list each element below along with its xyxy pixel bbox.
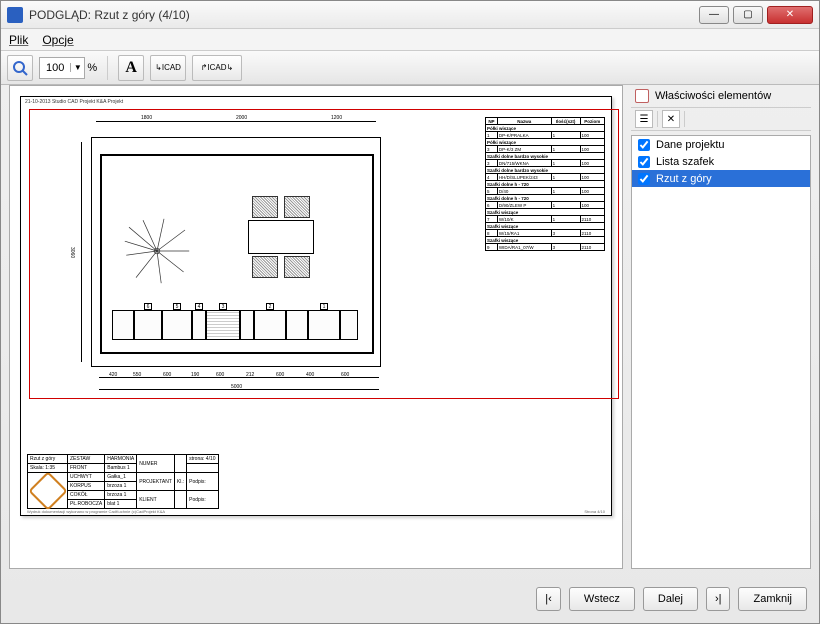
element-list-item[interactable]: Lista szafek <box>632 153 810 170</box>
dim-bottom-total: 5000 <box>231 384 242 390</box>
side-panel: Właściwości elementów ☰ ✕ Dane projektu L… <box>631 85 811 569</box>
menu-file[interactable]: Plik <box>9 33 28 47</box>
chevron-down-icon: ▼ <box>70 63 84 72</box>
dim-top-2: 2000 <box>236 115 247 121</box>
dim-b8: 400 <box>306 372 314 378</box>
dim-b3: 600 <box>163 372 171 378</box>
element-checkbox[interactable] <box>638 139 650 151</box>
dim-b5: 600 <box>216 372 224 378</box>
side-panel-title: Właściwości elementów <box>655 90 771 102</box>
chair-icon <box>252 196 278 218</box>
minimize-button[interactable]: — <box>699 6 729 24</box>
dim-top-3: 1200 <box>331 115 342 121</box>
drawing-sheet: 21-10-2013 Studio CAD Projekt K&A Projek… <box>20 96 612 516</box>
chair-icon <box>284 196 310 218</box>
close-window-button[interactable]: ✕ <box>767 6 813 24</box>
title-block: Rzut z góry ZESTAW HARMONIA NUMER strona… <box>27 454 219 509</box>
preview-pane[interactable]: 21-10-2013 Studio CAD Projekt K&A Projek… <box>9 85 623 569</box>
app-window: PODGLĄD: Rzut z góry (4/10) — ▢ ✕ Plik O… <box>0 0 820 624</box>
element-list: Dane projektu Lista szafek Rzut z góry <box>631 135 811 569</box>
table <box>248 220 314 254</box>
menu-options[interactable]: Opcje <box>42 33 73 47</box>
toolbar: 100 ▼ % A ↳ICAD ↱ICAD↳ <box>1 51 819 85</box>
titlebar: PODGLĄD: Rzut z góry (4/10) — ▢ ✕ <box>1 1 819 29</box>
chairs-bottom <box>252 256 310 278</box>
close-button[interactable]: Zamknij <box>738 587 807 611</box>
plant-icon <box>122 216 192 286</box>
zoom-select[interactable]: 100 ▼ <box>39 57 85 79</box>
font-button[interactable]: A <box>118 55 144 81</box>
last-button[interactable]: ›| <box>706 587 731 611</box>
magnifier-icon <box>12 60 28 76</box>
window-buttons: — ▢ ✕ <box>695 6 813 24</box>
button-bar: |‹ Wstecz Dalej ›| Zamknij <box>536 587 807 611</box>
footer-note: Wydruk dokumentacji wykonano w programie… <box>27 509 165 514</box>
zoom-tool-button[interactable] <box>7 55 33 81</box>
zoom-value: 100 <box>40 62 70 74</box>
dim-b4: 190 <box>191 372 199 378</box>
parts-body: Półki wiszące1DP-K/PRALKA1100Półki wiszą… <box>486 125 605 251</box>
toolbar-separator <box>107 56 108 80</box>
floor-plan: 6 5 4 3 2 1 <box>91 137 381 367</box>
sheet-header-text: 21-10-2013 Studio CAD Projekt K&A Projek… <box>25 99 123 105</box>
chair-icon <box>284 256 310 278</box>
dim-top-1: 1800 <box>141 115 152 121</box>
element-list-item[interactable]: Rzut z góry <box>632 170 810 187</box>
element-checkbox[interactable] <box>638 173 650 185</box>
footer-page: Strona 4/10 <box>584 509 605 514</box>
separator <box>657 111 658 127</box>
back-button[interactable]: Wstecz <box>569 587 635 611</box>
side-toolbar: ☰ ✕ <box>631 107 811 131</box>
parts-table: NPNazwaIlość(szt)Poziom Półki wiszące1DP… <box>485 117 605 251</box>
dim-b7: 600 <box>276 372 284 378</box>
icad-import-button[interactable]: ↳ICAD <box>150 55 186 81</box>
room-outline: 6 5 4 3 2 1 <box>100 154 374 354</box>
window-title: PODGLĄD: Rzut z góry (4/10) <box>29 8 695 22</box>
zoom-group: 100 ▼ % <box>39 57 97 79</box>
element-label: Lista szafek <box>656 156 714 168</box>
list-icon[interactable]: ☰ <box>635 110 653 128</box>
dim-b9: 600 <box>341 372 349 378</box>
dim-b2: 550 <box>133 372 141 378</box>
content-area: 21-10-2013 Studio CAD Projekt K&A Projek… <box>9 85 811 569</box>
chairs-top <box>252 196 310 218</box>
element-label: Rzut z góry <box>656 173 712 185</box>
first-button[interactable]: |‹ <box>536 587 561 611</box>
dim-left: 3060 <box>69 247 75 258</box>
dim-b6: 212 <box>246 372 254 378</box>
element-checkbox[interactable] <box>638 156 650 168</box>
side-panel-header: Właściwości elementów <box>631 85 811 107</box>
dim-b1: 420 <box>109 372 117 378</box>
logo <box>28 473 68 509</box>
separator <box>684 111 685 127</box>
menubar: Plik Opcje <box>1 29 819 51</box>
chair-icon <box>252 256 278 278</box>
maximize-button[interactable]: ▢ <box>733 6 763 24</box>
next-button[interactable]: Dalej <box>643 587 698 611</box>
delete-button[interactable]: ✕ <box>662 110 680 128</box>
element-list-item[interactable]: Dane projektu <box>632 136 810 153</box>
properties-icon <box>635 89 649 103</box>
cabinet-run: 6 5 4 3 2 1 <box>112 310 362 340</box>
app-icon <box>7 7 23 23</box>
zoom-percent-label: % <box>87 62 97 74</box>
element-label: Dane projektu <box>656 139 725 151</box>
icad-export-button[interactable]: ↱ICAD↳ <box>192 55 242 81</box>
